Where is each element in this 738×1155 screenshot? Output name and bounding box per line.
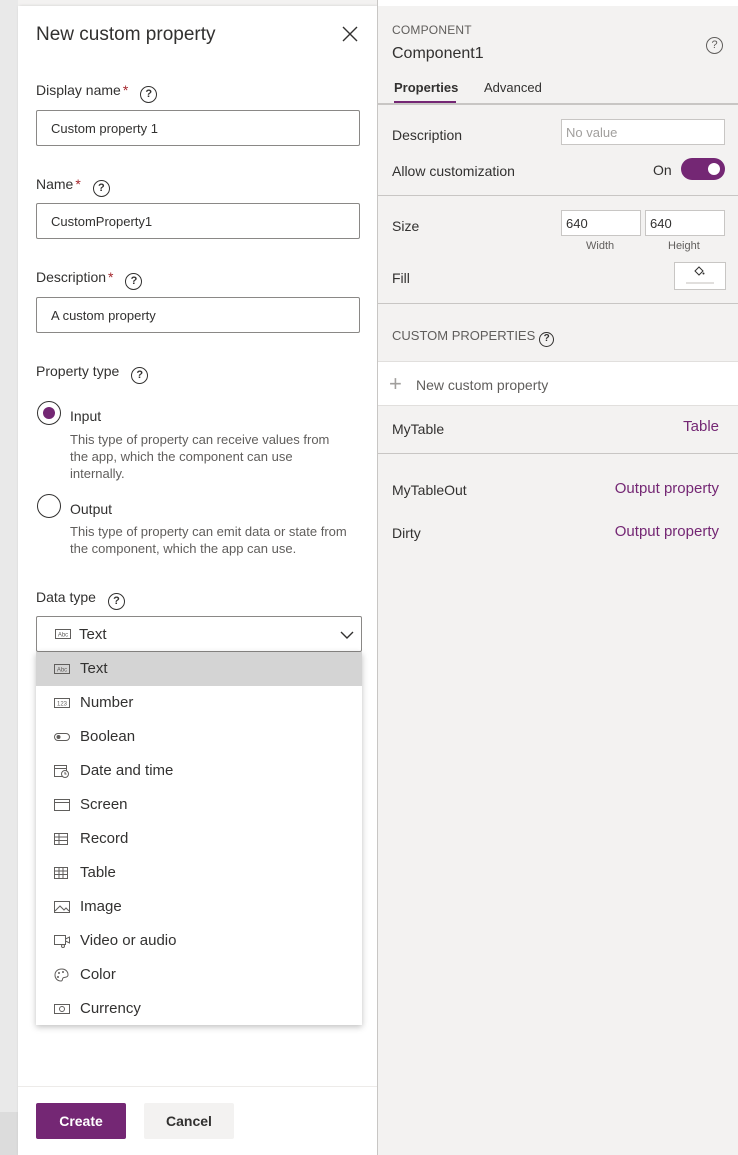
video-icon bbox=[54, 935, 70, 948]
component-name: Component1 bbox=[392, 45, 484, 62]
input-radio-label[interactable]: Input bbox=[70, 408, 101, 424]
footer-divider bbox=[18, 1086, 377, 1087]
component-description-input[interactable] bbox=[561, 119, 725, 145]
plus-icon: + bbox=[389, 371, 402, 396]
record-icon bbox=[54, 833, 68, 845]
menu-item-number[interactable]: 123 Number bbox=[36, 686, 362, 720]
screen-icon bbox=[54, 799, 70, 811]
panel-title: New custom property bbox=[36, 24, 216, 45]
cancel-button[interactable]: Cancel bbox=[144, 1103, 234, 1139]
section-divider bbox=[378, 303, 738, 304]
name-field[interactable] bbox=[36, 203, 360, 239]
required-mark: * bbox=[75, 176, 81, 192]
svg-text:Abc: Abc bbox=[58, 633, 68, 639]
paint-bucket-icon bbox=[686, 266, 714, 284]
menu-item-image[interactable]: Image bbox=[36, 890, 362, 924]
abc-icon: Abc bbox=[55, 629, 71, 639]
display-name-label: Display name *? bbox=[36, 82, 158, 103]
help-icon[interactable]: ? bbox=[706, 37, 723, 54]
menu-item-screen[interactable]: Screen bbox=[36, 788, 362, 822]
output-radio-description: This type of property can emit data or s… bbox=[70, 524, 347, 556]
section-divider bbox=[378, 195, 738, 196]
fill-color-picker[interactable] bbox=[674, 262, 726, 290]
menu-item-record[interactable]: Record bbox=[36, 822, 362, 856]
allow-customization-state: On bbox=[653, 162, 672, 178]
allow-customization-label: Allow customization bbox=[392, 163, 515, 179]
table-icon bbox=[54, 867, 68, 879]
tabs-divider bbox=[378, 103, 738, 105]
pane-top-strip bbox=[378, 0, 738, 6]
new-custom-property-panel: New custom property Display name*? Name*… bbox=[18, 6, 377, 1155]
create-button[interactable]: Create bbox=[36, 1103, 126, 1139]
width-caption: Width bbox=[586, 240, 615, 252]
property-type-label: Property type? bbox=[36, 363, 149, 384]
help-icon[interactable]: ? bbox=[131, 367, 149, 384]
menu-item-boolean[interactable]: Boolean bbox=[36, 720, 362, 754]
input-radio[interactable] bbox=[37, 401, 61, 425]
size-label: Size bbox=[392, 218, 420, 234]
section-divider bbox=[378, 453, 738, 454]
menu-item-date-and-time[interactable]: Date and time bbox=[36, 754, 362, 788]
backdrop bbox=[0, 0, 18, 1155]
tab-properties[interactable]: Properties bbox=[394, 80, 458, 95]
description-label: Description *? bbox=[36, 269, 143, 290]
display-name-field[interactable] bbox=[36, 110, 360, 146]
output-radio-label[interactable]: Output bbox=[70, 501, 112, 517]
description-field[interactable] bbox=[36, 297, 360, 333]
close-icon[interactable] bbox=[340, 24, 360, 44]
custom-properties-heading: CUSTOM PROPERTIES ? bbox=[392, 327, 555, 347]
required-mark: * bbox=[122, 82, 129, 98]
menu-item-currency[interactable]: Currency bbox=[36, 992, 362, 1026]
data-type-selected: Text bbox=[79, 626, 107, 643]
svg-text:Abc: Abc bbox=[57, 668, 67, 674]
custom-property-row[interactable]: MyTableOut Output property bbox=[378, 470, 738, 510]
component-properties-pane: COMPONENT Component1 ? Properties Advanc… bbox=[377, 0, 738, 1155]
toggle-icon bbox=[54, 733, 70, 741]
number-icon: 123 bbox=[54, 698, 70, 708]
required-mark: * bbox=[108, 269, 114, 285]
name-label: Name *? bbox=[36, 176, 110, 197]
help-icon[interactable]: ? bbox=[92, 180, 110, 197]
help-icon[interactable]: ? bbox=[140, 86, 158, 103]
tab-advanced[interactable]: Advanced bbox=[484, 80, 542, 95]
height-caption: Height bbox=[668, 240, 700, 252]
description-label: Description bbox=[392, 127, 463, 143]
data-type-menu: Abc Text 123 Number Boolean Date and tim… bbox=[36, 652, 362, 1025]
width-input[interactable] bbox=[561, 210, 641, 236]
height-input[interactable] bbox=[645, 210, 725, 236]
chevron-down-icon bbox=[340, 631, 354, 639]
custom-property-row[interactable]: Dirty Output property bbox=[378, 513, 738, 553]
output-radio[interactable] bbox=[37, 494, 61, 518]
fill-label: Fill bbox=[392, 270, 410, 286]
menu-item-color[interactable]: Color bbox=[36, 958, 362, 992]
abc-icon: Abc bbox=[54, 664, 70, 674]
calendar-icon bbox=[54, 765, 69, 778]
svg-text:123: 123 bbox=[57, 702, 68, 708]
palette-icon bbox=[54, 968, 69, 982]
menu-item-text[interactable]: Abc Text bbox=[36, 652, 362, 686]
custom-property-row[interactable]: MyTable Table bbox=[378, 406, 738, 454]
help-icon[interactable]: ? bbox=[107, 593, 125, 610]
menu-item-table[interactable]: Table bbox=[36, 856, 362, 890]
help-icon[interactable]: ? bbox=[125, 273, 143, 290]
data-type-label: Data type? bbox=[36, 589, 125, 610]
allow-customization-toggle[interactable] bbox=[681, 158, 725, 180]
new-custom-property-button[interactable]: + New custom property bbox=[378, 361, 738, 406]
data-type-dropdown[interactable]: Abc Text bbox=[36, 616, 362, 652]
image-icon bbox=[54, 901, 70, 913]
help-icon[interactable]: ? bbox=[539, 332, 555, 347]
input-radio-description: This type of property can receive values… bbox=[70, 432, 330, 481]
currency-icon bbox=[54, 1004, 70, 1014]
backdrop-footer bbox=[0, 1112, 18, 1155]
component-kicker: COMPONENT bbox=[392, 23, 472, 37]
menu-item-video-or-audio[interactable]: Video or audio bbox=[36, 924, 362, 958]
